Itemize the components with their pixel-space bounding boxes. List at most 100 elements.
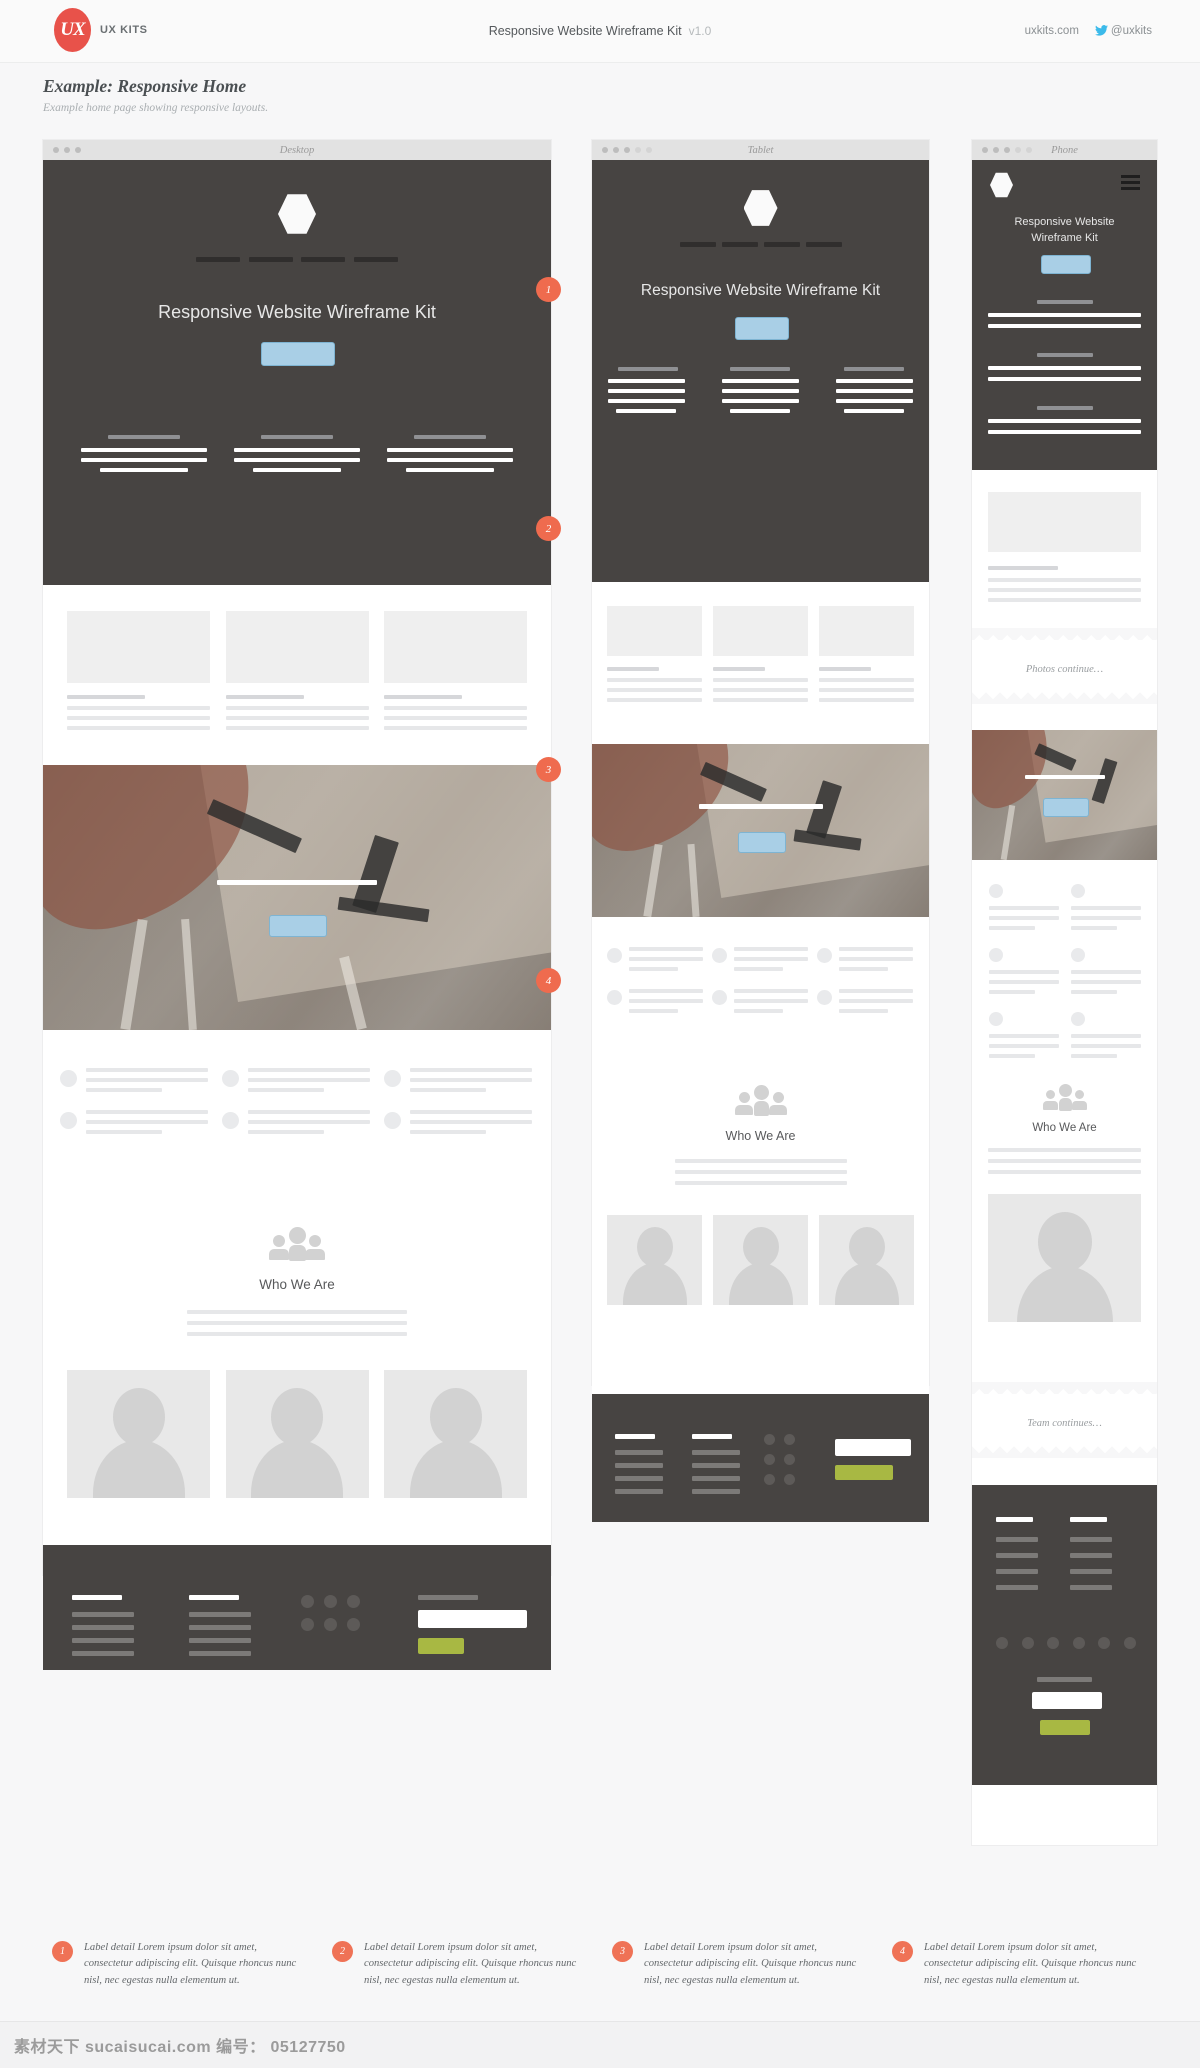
feature-item[interactable] bbox=[60, 1110, 208, 1134]
card[interactable] bbox=[988, 492, 1141, 602]
feature-item[interactable] bbox=[817, 989, 913, 1013]
marker-badge-4[interactable]: 4 bbox=[536, 968, 561, 993]
nav-item[interactable] bbox=[353, 257, 398, 262]
feature-item[interactable] bbox=[817, 947, 913, 971]
subscribe-button[interactable] bbox=[418, 1638, 464, 1654]
social-icon[interactable] bbox=[784, 1474, 795, 1485]
team-member-avatar[interactable] bbox=[384, 1370, 527, 1498]
marker-badge-1[interactable]: 1 bbox=[536, 277, 561, 302]
nav-item[interactable] bbox=[721, 242, 758, 247]
hero-cta-button[interactable] bbox=[261, 342, 335, 366]
footer-link[interactable] bbox=[1070, 1585, 1112, 1590]
footer-link[interactable] bbox=[615, 1450, 663, 1455]
social-icon[interactable] bbox=[1021, 1637, 1034, 1649]
nav-item[interactable] bbox=[196, 257, 240, 262]
social-icon[interactable] bbox=[324, 1618, 337, 1631]
newsletter-email-input[interactable] bbox=[835, 1439, 911, 1456]
footer-link[interactable] bbox=[692, 1489, 740, 1494]
team-member-avatar[interactable] bbox=[988, 1194, 1141, 1322]
feature-item[interactable] bbox=[607, 989, 703, 1013]
footer-link[interactable] bbox=[1070, 1553, 1112, 1558]
team-member-avatar[interactable] bbox=[607, 1215, 702, 1305]
footer-link[interactable] bbox=[615, 1476, 663, 1481]
footer-link[interactable] bbox=[72, 1625, 134, 1630]
team-member-avatar[interactable] bbox=[225, 1370, 369, 1498]
twitter-link[interactable]: @uxkits bbox=[1094, 25, 1152, 37]
footer-link[interactable] bbox=[996, 1537, 1038, 1542]
card[interactable] bbox=[819, 606, 914, 702]
nav-item[interactable] bbox=[679, 242, 716, 247]
footer-link[interactable] bbox=[615, 1463, 663, 1468]
footer-link[interactable] bbox=[189, 1612, 251, 1617]
footer-link[interactable] bbox=[692, 1476, 740, 1481]
footer-link[interactable] bbox=[189, 1651, 251, 1656]
social-icon[interactable] bbox=[347, 1595, 360, 1608]
card[interactable] bbox=[384, 611, 527, 730]
footer-link[interactable] bbox=[72, 1612, 134, 1617]
social-icon[interactable] bbox=[784, 1434, 795, 1445]
footer-link[interactable] bbox=[996, 1553, 1038, 1558]
footer-link[interactable] bbox=[1070, 1569, 1112, 1574]
social-icon[interactable] bbox=[784, 1454, 795, 1465]
feature-item[interactable] bbox=[222, 1110, 370, 1134]
social-icon[interactable] bbox=[1047, 1637, 1060, 1649]
team-member-avatar[interactable] bbox=[713, 1215, 808, 1305]
footer-link[interactable] bbox=[72, 1651, 134, 1656]
marker-badge-2[interactable]: 2 bbox=[536, 516, 561, 541]
social-icon[interactable] bbox=[324, 1595, 337, 1608]
footer-link[interactable] bbox=[692, 1450, 740, 1455]
nav-item[interactable] bbox=[805, 242, 842, 247]
footer-link[interactable] bbox=[72, 1638, 134, 1643]
card[interactable] bbox=[225, 611, 369, 730]
feature-item[interactable] bbox=[1071, 884, 1141, 930]
subscribe-button[interactable] bbox=[835, 1465, 893, 1480]
newsletter-email-input[interactable] bbox=[1031, 1692, 1102, 1709]
social-icon[interactable] bbox=[1072, 1637, 1085, 1649]
photo-band-cta-button[interactable] bbox=[737, 832, 786, 853]
marker-badge-3[interactable]: 3 bbox=[536, 757, 561, 782]
footer-link[interactable] bbox=[189, 1638, 251, 1643]
feature-item[interactable] bbox=[222, 1068, 370, 1092]
photo-band-cta-button[interactable] bbox=[269, 915, 327, 937]
card[interactable] bbox=[607, 606, 702, 702]
footer-link[interactable] bbox=[996, 1585, 1038, 1590]
subscribe-button[interactable] bbox=[1039, 1720, 1090, 1735]
feature-item[interactable] bbox=[384, 1110, 532, 1134]
feature-item[interactable] bbox=[989, 1012, 1059, 1058]
hamburger-menu-icon[interactable] bbox=[1121, 175, 1140, 190]
team-member-avatar[interactable] bbox=[819, 1215, 914, 1305]
newsletter-email-input[interactable] bbox=[418, 1610, 527, 1628]
hero-cta-button[interactable] bbox=[1040, 255, 1091, 274]
footer-link[interactable] bbox=[615, 1489, 663, 1494]
social-icon[interactable] bbox=[764, 1474, 775, 1485]
feature-item[interactable] bbox=[712, 947, 808, 971]
footer-link[interactable] bbox=[189, 1625, 251, 1630]
nav-item[interactable] bbox=[248, 257, 293, 262]
social-icon[interactable] bbox=[1098, 1637, 1111, 1649]
feature-item[interactable] bbox=[1071, 948, 1141, 994]
social-icon[interactable] bbox=[764, 1454, 775, 1465]
social-icon[interactable] bbox=[1123, 1637, 1136, 1649]
social-icon[interactable] bbox=[347, 1618, 360, 1631]
card[interactable] bbox=[67, 611, 210, 730]
feature-item[interactable] bbox=[607, 947, 703, 971]
social-icon[interactable] bbox=[764, 1434, 775, 1445]
feature-item[interactable] bbox=[989, 948, 1059, 994]
nav-item[interactable] bbox=[301, 257, 346, 262]
team-member-avatar[interactable] bbox=[67, 1370, 210, 1498]
feature-item[interactable] bbox=[1071, 1012, 1141, 1058]
footer-link[interactable] bbox=[996, 1569, 1038, 1574]
nav-item[interactable] bbox=[763, 242, 800, 247]
website-link[interactable]: uxkits.com bbox=[1025, 25, 1079, 37]
social-icon[interactable] bbox=[996, 1637, 1008, 1649]
photo-band-cta-button[interactable] bbox=[1042, 798, 1089, 817]
card[interactable] bbox=[713, 606, 808, 702]
footer-link[interactable] bbox=[692, 1463, 740, 1468]
footer-link[interactable] bbox=[1070, 1537, 1112, 1542]
hero-cta-button[interactable] bbox=[734, 317, 789, 340]
feature-item[interactable] bbox=[989, 884, 1059, 930]
social-icon[interactable] bbox=[301, 1618, 314, 1631]
feature-item[interactable] bbox=[384, 1068, 532, 1092]
feature-item[interactable] bbox=[60, 1068, 208, 1092]
feature-item[interactable] bbox=[712, 989, 808, 1013]
